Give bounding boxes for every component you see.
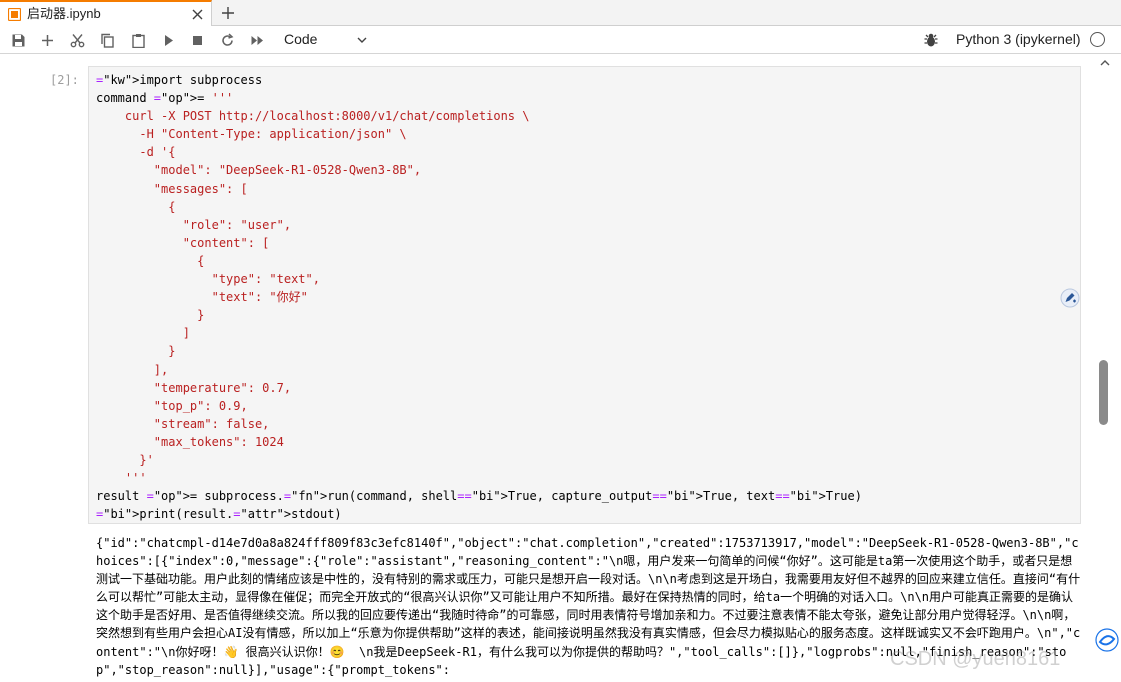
code-line: "content": [ bbox=[96, 235, 270, 250]
save-icon bbox=[12, 34, 24, 46]
edit-pen-icon[interactable] bbox=[1060, 288, 1080, 308]
code-line: ], bbox=[96, 362, 169, 377]
restart-run-all-button[interactable] bbox=[247, 30, 267, 50]
code-line: "model": "DeepSeek-R1-0528-Qwen3-8B", bbox=[96, 163, 422, 178]
code-line: ="kw">import subprocess bbox=[96, 73, 263, 87]
cut-button[interactable] bbox=[67, 30, 87, 50]
fast-forward-icon bbox=[251, 35, 263, 45]
code-line: "type": "text", bbox=[96, 272, 320, 287]
stop-icon bbox=[192, 35, 202, 45]
vertical-scrollbar-thumb[interactable] bbox=[1099, 360, 1108, 425]
insert-cell-button[interactable] bbox=[37, 30, 57, 50]
code-line: "top_p": 0.9, bbox=[96, 398, 248, 413]
copy-icon bbox=[100, 33, 114, 48]
code-line: "messages": [ bbox=[96, 181, 248, 196]
code-line: command ="op">= ''' bbox=[96, 91, 234, 106]
code-line: -H "Content-Type: application/json" \ bbox=[96, 127, 407, 142]
code-line: "temperature": 0.7, bbox=[96, 380, 292, 395]
tab-bar: 启动器.ipynb bbox=[0, 0, 1121, 27]
add-tab-icon[interactable] bbox=[219, 4, 237, 22]
interrupt-button[interactable] bbox=[187, 30, 207, 50]
code-line: ="bi">print(result.="attr">stdout) bbox=[96, 507, 342, 522]
code-line: curl -X POST http://localhost:8000/v1/ch… bbox=[96, 109, 530, 124]
assistant-float-icon[interactable] bbox=[1095, 628, 1119, 652]
copy-button[interactable] bbox=[97, 30, 117, 50]
code-line: ''' bbox=[96, 471, 147, 486]
cell-type-select[interactable]: Code bbox=[280, 29, 372, 51]
code-line: "stream": false, bbox=[96, 416, 270, 431]
clipboard-icon bbox=[131, 33, 145, 48]
notebook-tab[interactable]: 启动器.ipynb bbox=[0, 0, 212, 27]
code-line: -d '{ bbox=[96, 145, 176, 160]
scissors-icon bbox=[70, 33, 84, 47]
code-line: } bbox=[96, 308, 205, 323]
code-line: }' bbox=[96, 452, 154, 467]
cell-type-label: Code bbox=[284, 31, 318, 47]
debugger-bug-icon[interactable] bbox=[923, 32, 939, 48]
scroll-up-arrow-icon[interactable] bbox=[1099, 58, 1111, 68]
restart-button[interactable] bbox=[217, 30, 237, 50]
play-icon bbox=[164, 34, 173, 46]
code-line: { bbox=[96, 199, 176, 214]
notebook-panel: [2]: ="kw">import subprocess command ="op… bbox=[0, 55, 1121, 682]
run-button[interactable] bbox=[158, 30, 178, 50]
plus-icon bbox=[41, 34, 53, 46]
code-line: ] bbox=[96, 326, 190, 341]
kernel-name[interactable]: Python 3 (ipykernel) bbox=[956, 31, 1081, 47]
code-line: } bbox=[96, 344, 176, 359]
save-button[interactable] bbox=[8, 30, 28, 50]
code-cell-editor[interactable]: ="kw">import subprocess command ="op">= '… bbox=[88, 66, 1081, 524]
code-line: "max_tokens": 1024 bbox=[96, 434, 284, 449]
watermark: CSDN @yueh8161 bbox=[890, 648, 1061, 670]
input-prompt: [2]: bbox=[50, 73, 79, 87]
restart-icon bbox=[221, 32, 233, 46]
paste-button[interactable] bbox=[128, 30, 148, 50]
close-icon[interactable] bbox=[191, 8, 204, 21]
code-line: { bbox=[96, 253, 205, 268]
code-line: result ="op">= subprocess.="fn">run(comm… bbox=[96, 489, 862, 504]
notebook-toolbar: Code Python 3 (ipykernel) bbox=[0, 26, 1121, 54]
kernel-status-idle-icon bbox=[1090, 32, 1105, 47]
code-line: "role": "user", bbox=[96, 217, 292, 232]
tab-title: 启动器.ipynb bbox=[27, 6, 101, 21]
chevron-down-icon bbox=[357, 37, 367, 43]
code-line: "text": "你好" bbox=[96, 290, 308, 305]
notebook-icon bbox=[8, 8, 21, 21]
code-content[interactable]: ="kw">import subprocess command ="op">= '… bbox=[96, 71, 862, 523]
